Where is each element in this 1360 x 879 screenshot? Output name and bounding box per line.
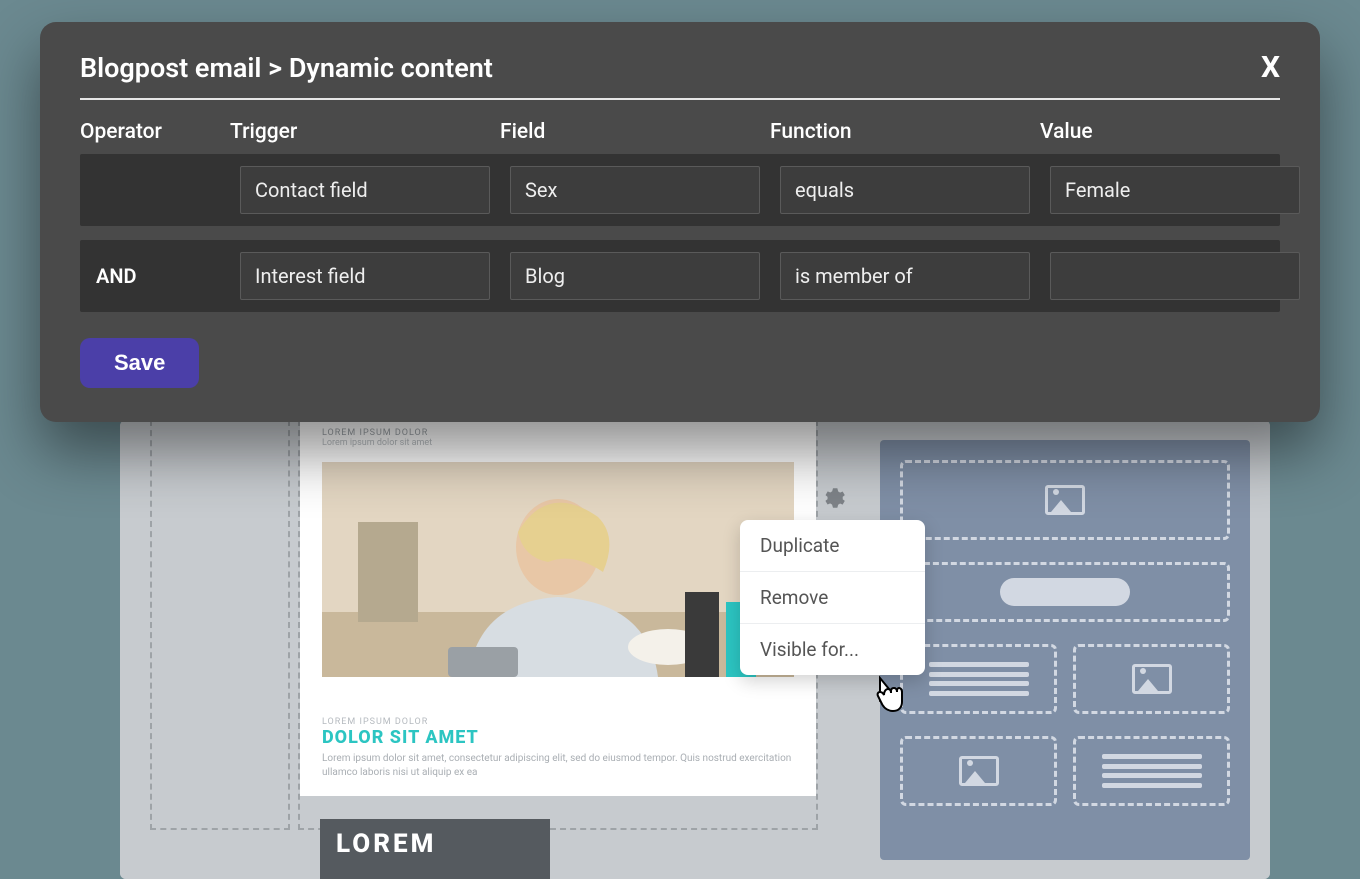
card-small-heading: LOREM IPSUM DOLOR bbox=[300, 422, 816, 438]
decorative-bar-dark bbox=[685, 592, 719, 677]
rules-header-row: Operator Trigger Field Function Value bbox=[80, 120, 1280, 144]
image-icon bbox=[1045, 485, 1085, 515]
header-operator: Operator bbox=[80, 120, 210, 144]
menu-item-remove[interactable]: Remove bbox=[740, 572, 925, 624]
field-select[interactable]: Blog bbox=[510, 252, 760, 300]
card-image bbox=[322, 462, 794, 677]
menu-item-duplicate[interactable]: Duplicate bbox=[740, 520, 925, 572]
caption-body: Lorem ipsum dolor sit amet, consectetur … bbox=[322, 752, 794, 780]
dynamic-content-modal: Blogpost email > Dynamic content X Opera… bbox=[40, 22, 1320, 422]
trigger-select[interactable]: Interest field bbox=[240, 252, 490, 300]
component-image-small-2[interactable] bbox=[900, 736, 1057, 806]
component-button[interactable] bbox=[900, 562, 1230, 622]
component-text-block-2[interactable] bbox=[1073, 736, 1230, 806]
card-small-sub: Lorem ipsum dolor sit amet bbox=[300, 438, 816, 454]
close-button[interactable]: X bbox=[1261, 53, 1280, 83]
lorem-banner: LOREM bbox=[320, 819, 550, 879]
card-caption: LOREM IPSUM DOLOR DOLOR SIT AMET Lorem i… bbox=[300, 677, 816, 786]
caption-title: DOLOR SIT AMET bbox=[322, 727, 794, 748]
field-select[interactable]: Sex bbox=[510, 166, 760, 214]
header-function: Function bbox=[770, 120, 1020, 144]
rule-row: AND Interest field Blog is member of bbox=[80, 240, 1280, 312]
rule-row: Contact field Sex equals Female bbox=[80, 154, 1280, 226]
text-lines-icon bbox=[1102, 754, 1202, 788]
modal-divider bbox=[80, 98, 1280, 100]
trigger-select[interactable]: Contact field bbox=[240, 166, 490, 214]
value-input[interactable] bbox=[1050, 252, 1300, 300]
button-shape-icon bbox=[1000, 578, 1130, 606]
image-icon bbox=[1132, 664, 1172, 694]
context-menu: Duplicate Remove Visible for... bbox=[740, 520, 925, 675]
header-trigger: Trigger bbox=[230, 120, 480, 144]
header-value: Value bbox=[1040, 120, 1290, 144]
editor-canvas: LOREM IPSUM DOLOR Lorem ipsum dolor sit … bbox=[120, 420, 1270, 879]
function-select[interactable]: equals bbox=[780, 166, 1030, 214]
save-button[interactable]: Save bbox=[80, 338, 199, 388]
cursor-pointer-icon bbox=[870, 675, 906, 724]
operator-cell: AND bbox=[90, 264, 220, 288]
email-editor-background: LOREM IPSUM DOLOR Lorem ipsum dolor sit … bbox=[120, 420, 1270, 879]
modal-title: Blogpost email > Dynamic content bbox=[80, 52, 493, 84]
function-select[interactable]: is member of bbox=[780, 252, 1030, 300]
caption-small: LOREM IPSUM DOLOR bbox=[322, 717, 794, 727]
value-input[interactable]: Female bbox=[1050, 166, 1300, 214]
text-lines-icon bbox=[929, 662, 1029, 696]
image-icon bbox=[959, 756, 999, 786]
slot-left-column[interactable] bbox=[150, 420, 290, 830]
email-content-card: LOREM IPSUM DOLOR Lorem ipsum dolor sit … bbox=[300, 422, 816, 796]
component-image-small[interactable] bbox=[1073, 644, 1230, 714]
components-panel bbox=[880, 440, 1250, 860]
header-field: Field bbox=[500, 120, 750, 144]
gear-icon[interactable] bbox=[820, 485, 846, 518]
component-image-large[interactable] bbox=[900, 460, 1230, 540]
menu-item-visible-for[interactable]: Visible for... bbox=[740, 624, 925, 675]
